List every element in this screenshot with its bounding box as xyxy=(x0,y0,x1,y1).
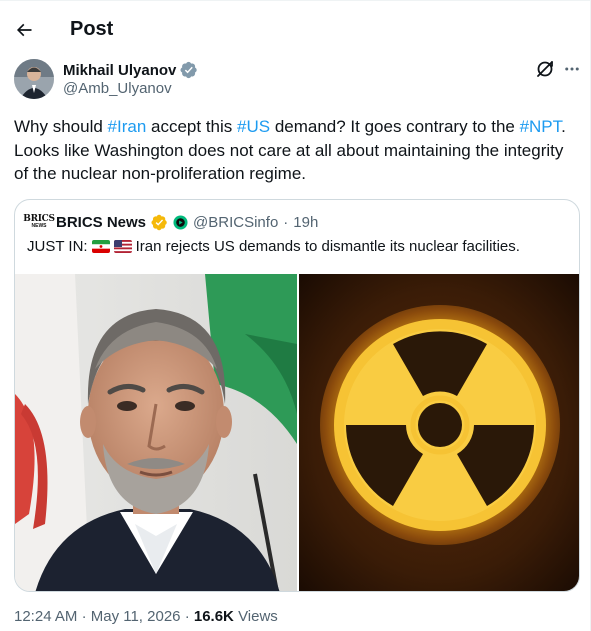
hashtag-link[interactable]: #NPT xyxy=(520,117,562,136)
brics-news-logo[interactable]: BRICS NEWS xyxy=(23,212,55,232)
affiliate-badge-icon xyxy=(173,214,188,230)
quoted-author-handle[interactable]: @BRICSinfo xyxy=(193,214,278,231)
separator-dot: · xyxy=(283,213,289,231)
grok-button[interactable] xyxy=(534,58,556,80)
grok-icon xyxy=(537,61,553,77)
official-portrait-photo[interactable] xyxy=(15,274,297,591)
tweet-text-segment: demand? It goes contrary to the xyxy=(270,117,520,136)
separator-dot: · xyxy=(184,608,190,625)
quoted-post-body: Iran rejects US demands to dismantle its… xyxy=(135,238,520,255)
quoted-post-time[interactable]: 19h xyxy=(293,214,318,231)
iran-flag-icon xyxy=(91,240,110,253)
post-date[interactable]: May 11, 2026 xyxy=(91,608,181,625)
tweet-text-segment: accept this xyxy=(146,117,238,136)
us-flag-icon xyxy=(113,240,132,253)
radiation-symbol-image[interactable] xyxy=(299,274,579,591)
avatar[interactable] xyxy=(14,59,54,99)
quoted-post-text: JUST IN: Iran rejects US demands to dism… xyxy=(27,238,520,255)
quoted-post-media[interactable] xyxy=(15,274,579,591)
quoted-post[interactable]: BRICS NEWS BRICS News @BRICSinfo · 19h J… xyxy=(14,199,580,592)
more-icon xyxy=(565,67,579,71)
page-header: Post xyxy=(0,8,591,52)
tweet-text: Why should #Iran accept this #US demand?… xyxy=(14,115,579,186)
views-count: 16.6K xyxy=(193,608,234,625)
author-name-row: Mikhail Ulyanov xyxy=(63,61,198,79)
top-border xyxy=(0,0,591,1)
page-title: Post xyxy=(70,18,114,40)
separator-dot: · xyxy=(81,608,87,625)
author-name[interactable]: Mikhail Ulyanov xyxy=(63,62,176,79)
hashtag-link[interactable]: #Iran xyxy=(108,117,147,136)
just-in-label: JUST IN: xyxy=(27,238,88,255)
author-handle[interactable]: @Amb_Ulyanov xyxy=(63,80,172,97)
back-arrow-icon xyxy=(16,23,32,37)
gold-verified-icon xyxy=(151,214,167,230)
hashtag-link[interactable]: #US xyxy=(237,117,270,136)
verified-badge-icon xyxy=(180,61,198,79)
quoted-post-header: BRICS NEWS BRICS News @BRICSinfo · 19h xyxy=(23,212,318,232)
post-time[interactable]: 12:24 AM xyxy=(14,608,77,625)
more-button[interactable] xyxy=(561,58,583,80)
quoted-author-name[interactable]: BRICS News xyxy=(56,214,146,231)
post-meta: 12:24 AM · May 11, 2026 · 16.6K Views xyxy=(14,608,278,625)
views-label: Views xyxy=(238,608,278,625)
back-button[interactable] xyxy=(10,16,38,44)
tweet-text-segment: Why should xyxy=(14,117,108,136)
